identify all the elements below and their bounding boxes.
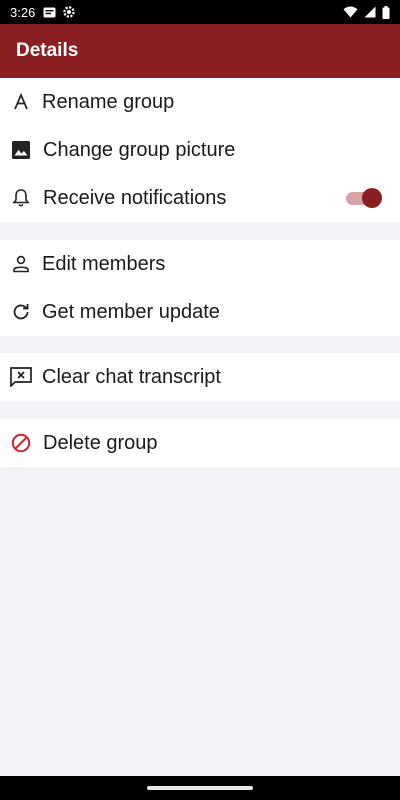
status-time: 3:26 bbox=[10, 4, 36, 20]
clear-chat-transcript-label: Clear chat transcript bbox=[42, 365, 221, 388]
toggle-thumb bbox=[362, 188, 382, 208]
clear-chat-icon bbox=[10, 366, 32, 388]
refresh-icon bbox=[10, 301, 32, 323]
settings-gear-icon bbox=[62, 5, 76, 19]
clear-chat-transcript-item[interactable]: Clear chat transcript bbox=[0, 353, 400, 401]
rename-group-label: Rename group bbox=[42, 90, 175, 113]
bell-icon bbox=[10, 187, 32, 209]
app-bar: Details bbox=[0, 24, 400, 78]
receive-notifications-label: Receive notifications bbox=[43, 186, 227, 209]
edit-members-item[interactable]: Edit members bbox=[0, 240, 400, 288]
receive-notifications-item[interactable]: Receive notifications bbox=[0, 174, 400, 222]
navigation-bar bbox=[0, 776, 400, 800]
notifications-toggle[interactable] bbox=[346, 188, 382, 208]
change-group-picture-item[interactable]: Change group picture bbox=[0, 126, 400, 174]
rename-group-item[interactable]: Rename group bbox=[0, 78, 400, 126]
page-title: Details bbox=[16, 40, 79, 61]
delete-block-icon bbox=[10, 432, 32, 454]
members-section: Edit members Get member update bbox=[0, 240, 400, 336]
group-settings-section: Rename group Change group picture Receiv… bbox=[0, 78, 400, 222]
person-icon bbox=[10, 253, 32, 275]
message-notification-icon bbox=[43, 6, 56, 19]
change-group-picture-label: Change group picture bbox=[43, 138, 236, 161]
home-gesture-handle[interactable] bbox=[147, 786, 253, 790]
edit-members-label: Edit members bbox=[42, 252, 166, 275]
get-member-update-label: Get member update bbox=[42, 300, 220, 323]
image-icon bbox=[10, 139, 32, 161]
danger-section: Delete group bbox=[0, 419, 400, 467]
delete-group-item[interactable]: Delete group bbox=[0, 419, 400, 467]
rename-text-icon bbox=[10, 91, 32, 113]
battery-icon bbox=[382, 5, 390, 19]
get-member-update-item[interactable]: Get member update bbox=[0, 288, 400, 336]
wifi-icon bbox=[343, 6, 358, 18]
chat-section: Clear chat transcript bbox=[0, 353, 400, 401]
status-bar: 3:26 bbox=[0, 0, 400, 24]
delete-group-label: Delete group bbox=[43, 431, 158, 454]
cellular-signal-icon bbox=[364, 6, 376, 18]
